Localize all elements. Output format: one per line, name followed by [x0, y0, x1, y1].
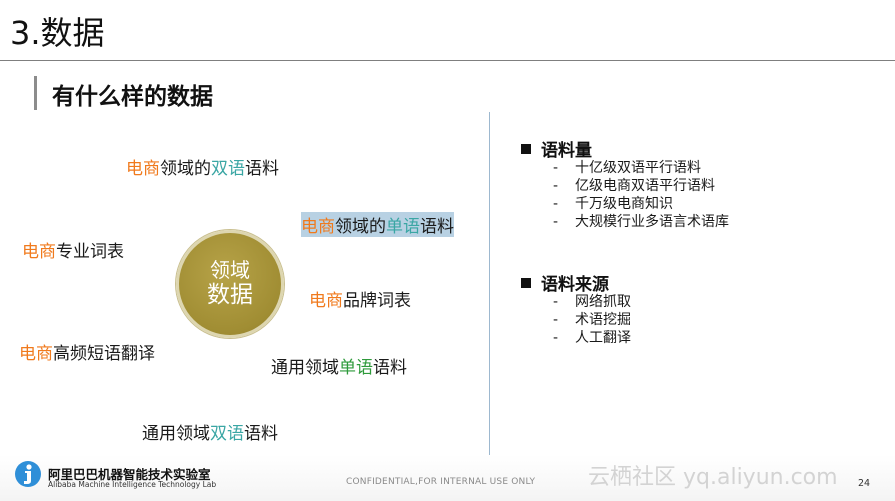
- list-item-text: 亿级电商双语平行语料: [575, 178, 715, 194]
- subtitle-accent-bar: [34, 76, 37, 110]
- term-suffix: 语料: [373, 358, 407, 378]
- list-item: - 网络抓取: [553, 294, 631, 310]
- term-suffix: 专业词表: [56, 242, 124, 262]
- term-monolingual: 单语: [386, 217, 420, 237]
- term-general-monolingual-corpus: 通用领域单语语料: [271, 353, 407, 378]
- confidentiality-notice: CONFIDENTIAL,FOR INTERNAL USE ONLY: [346, 477, 536, 487]
- term-ecommerce-bilingual-corpus: 电商领域的双语语料: [126, 154, 279, 179]
- list-item: - 千万级电商知识: [553, 196, 673, 212]
- term-bilingual: 双语: [210, 424, 244, 444]
- term-ecommerce-brand-glossary: 电商品牌词表: [309, 286, 411, 311]
- list-item-text: 人工翻译: [575, 330, 631, 346]
- term-ecommerce-monolingual-corpus: 电商领域的单语语料: [301, 212, 454, 237]
- term-suffix: 高频短语翻译: [53, 344, 155, 364]
- title-rule: [0, 60, 895, 61]
- list-item-text: 千万级电商知识: [575, 196, 673, 212]
- center-circle-domain-data: 领域 数据: [176, 230, 284, 338]
- term-suffix: 语料: [245, 159, 279, 179]
- bullet-square-icon: [521, 144, 531, 154]
- term-suffix: 品牌词表: [343, 291, 411, 311]
- circle-label-line1: 领域: [210, 258, 250, 283]
- term-prefix: 通用领域: [142, 424, 210, 444]
- site-watermark: 云栖社区 yq.aliyun.com: [588, 465, 838, 490]
- term-mid: 领域的: [160, 159, 211, 179]
- list-item: - 十亿级双语平行语料: [553, 160, 701, 176]
- circle-label-line2: 数据: [207, 282, 253, 309]
- term-suffix: 语料: [244, 424, 278, 444]
- term-general-bilingual-corpus: 通用领域双语语料: [142, 419, 278, 444]
- alibaba-lab-logo-icon: [14, 460, 42, 488]
- vertical-divider: [489, 112, 490, 485]
- term-suffix: 语料: [420, 217, 454, 237]
- term-prefix: 电商: [309, 291, 343, 311]
- lab-name-english: Alibaba Machine Intelligence Technology …: [48, 480, 217, 489]
- term-ecommerce-phrase-translation: 电商高频短语翻译: [19, 339, 155, 364]
- term-prefix: 电商: [19, 344, 53, 364]
- slide-title: 3.数据: [10, 14, 105, 52]
- list-item-text: 术语挖掘: [575, 312, 631, 328]
- term-mid: 领域的: [335, 217, 386, 237]
- term-bilingual: 双语: [211, 159, 245, 179]
- term-monolingual: 单语: [339, 358, 373, 378]
- list-item-text: 网络抓取: [575, 294, 631, 310]
- list-item-text: 十亿级双语平行语料: [575, 160, 701, 176]
- term-prefix: 电商: [22, 242, 56, 262]
- term-ecommerce-glossary: 电商专业词表: [22, 237, 124, 262]
- list-item: - 亿级电商双语平行语料: [553, 178, 715, 194]
- term-prefix: 通用领域: [271, 358, 339, 378]
- list-item-text: 大规模行业多语言术语库: [575, 214, 729, 230]
- list-item: - 大规模行业多语言术语库: [553, 214, 729, 230]
- list-item: - 人工翻译: [553, 330, 631, 346]
- list-item: - 术语挖掘: [553, 312, 631, 328]
- slide-subtitle: 有什么样的数据: [52, 84, 213, 110]
- term-prefix: 电商: [126, 159, 160, 179]
- bullet-square-icon: [521, 278, 531, 288]
- page-number: 24: [858, 478, 871, 489]
- term-prefix: 电商: [301, 217, 335, 237]
